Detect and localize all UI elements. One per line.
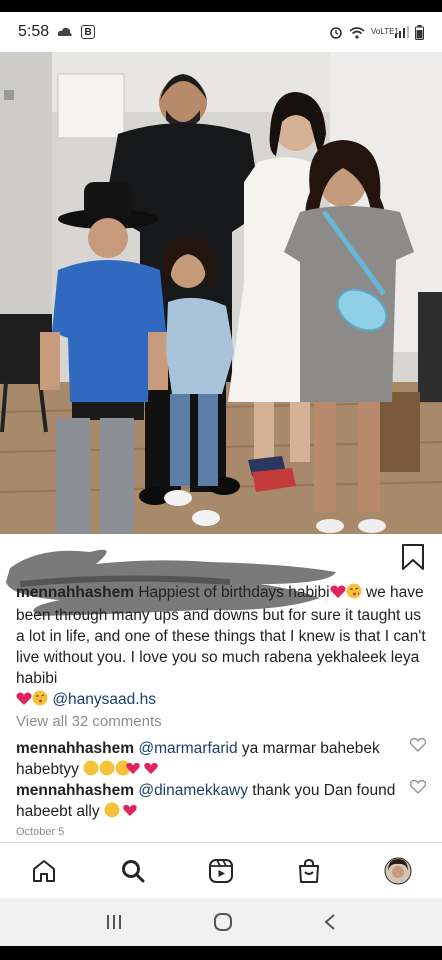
- caption-mention-link[interactable]: @hanysaad.hs: [52, 691, 156, 708]
- instagram-bottom-nav: [0, 842, 442, 898]
- status-time: 5:58: [18, 23, 50, 40]
- status-left: 5:58 B: [18, 23, 96, 41]
- nav-reels[interactable]: [201, 851, 241, 891]
- nav-home[interactable]: [24, 851, 64, 891]
- profile-avatar: [384, 857, 412, 884]
- bottom-black-border: [0, 946, 442, 960]
- status-bar: 5:58 B VoLTE1: [0, 12, 442, 52]
- comment-1-username[interactable]: mennahhashem: [16, 740, 134, 757]
- comment-2-username[interactable]: mennahhashem: [16, 782, 134, 799]
- bookmark-icon[interactable]: [401, 544, 425, 570]
- post-photo[interactable]: [0, 52, 442, 534]
- view-all-comments-link[interactable]: View all 32 comments: [16, 713, 162, 730]
- home-icon: [33, 859, 56, 882]
- android-system-nav: [0, 898, 442, 946]
- nav-search[interactable]: [113, 851, 153, 891]
- back-chevron-icon[interactable]: [323, 913, 337, 931]
- comment-2-emojis: [104, 802, 138, 824]
- nav-profile[interactable]: [378, 851, 418, 891]
- top-black-border: [0, 0, 442, 12]
- reels-icon: [208, 858, 233, 883]
- nav-shop[interactable]: [289, 851, 329, 891]
- wifi-icon: [349, 26, 365, 39]
- post-date: October 5: [16, 826, 65, 838]
- search-icon: [121, 859, 145, 882]
- status-right: VoLTE1: [329, 24, 424, 40]
- home-circle-icon[interactable]: [213, 912, 233, 932]
- comment-2-like-heart-icon[interactable]: [410, 780, 426, 794]
- red-heart-emoji: [330, 584, 346, 605]
- recent-apps-icon[interactable]: [105, 913, 123, 931]
- kiss-face-emoji: [346, 583, 362, 605]
- comment-1: mennahhashem @marmarfarid ya marmar bahe…: [16, 738, 396, 782]
- caption-text-1: Happiest of birthdays habibi: [138, 584, 330, 601]
- battery-icon: [415, 24, 424, 40]
- red-heart-emoji-2: [16, 691, 32, 712]
- alarm-icon: [330, 27, 342, 39]
- shop-icon: [299, 858, 320, 883]
- signal-icon: [395, 26, 409, 38]
- cloud-upload-icon: [57, 27, 72, 36]
- comment-2-mention[interactable]: @dinamekkawy: [138, 782, 248, 799]
- comment-1-like-heart-icon[interactable]: [410, 738, 426, 752]
- comment-2: mennahhashem @dinamekkawy thank you Dan …: [16, 780, 396, 824]
- screen: 5:58 B VoLTE1 mennahhashem Happiest of b…: [0, 0, 442, 960]
- caption-username[interactable]: mennahhashem: [16, 584, 134, 601]
- post-caption: mennahhashem Happiest of birthdays habib…: [16, 582, 431, 712]
- app-b-badge: B: [81, 25, 96, 39]
- family-photo-illustration: [0, 52, 442, 534]
- carrier-label: VoLTE1: [371, 27, 399, 36]
- kiss-face-emoji-2: [32, 690, 48, 712]
- comment-1-emojis: [83, 760, 165, 782]
- comment-1-mention[interactable]: @marmarfarid: [138, 740, 237, 757]
